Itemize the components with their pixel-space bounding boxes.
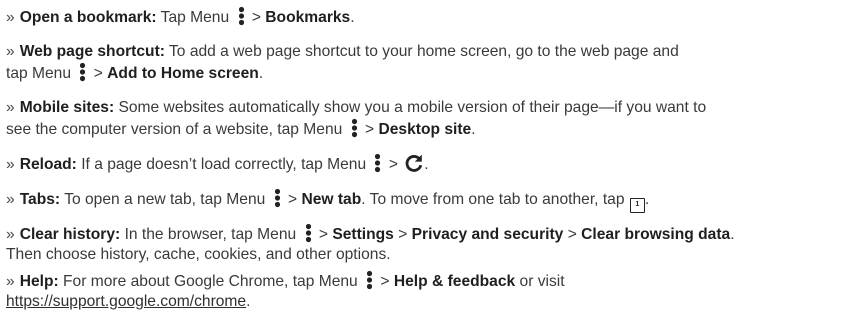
tip-text: . To move from one tab to another, tap xyxy=(361,191,625,208)
path-separator: > xyxy=(93,65,103,82)
tip-text: To add a web page shortcut to your home … xyxy=(169,43,679,60)
tip-open-bookmark: » Open a bookmark: Tap Menu > Bookmarks. xyxy=(0,6,850,27)
period: . xyxy=(424,156,429,173)
more-vert-icon xyxy=(375,153,381,173)
period: . xyxy=(350,9,355,26)
bullet-marker: » xyxy=(6,156,15,173)
support-link[interactable]: https://support.google.com/chrome xyxy=(6,293,246,310)
menu-target: Bookmarks xyxy=(265,9,351,26)
reload-icon xyxy=(405,154,423,172)
tip-text: To open a new tab, tap Menu xyxy=(64,191,266,208)
tip-text: Then choose history, cache, cookies, and… xyxy=(6,246,391,263)
period: . xyxy=(258,65,264,82)
menu-path-privacy: Privacy and security xyxy=(411,226,564,243)
bullet-marker: » xyxy=(6,9,15,26)
more-vert-icon xyxy=(80,62,86,82)
more-vert-icon xyxy=(366,270,373,290)
bullet-marker: » xyxy=(6,273,15,290)
tip-label: Web page shortcut: xyxy=(19,43,165,60)
tip-web-page-shortcut: » Web page shortcut: To add a web page sh… xyxy=(0,41,850,83)
path-separator: > xyxy=(398,226,408,243)
tip-reload: » Reload: If a page doesn’t load correctl… xyxy=(0,153,850,174)
tip-label: Help: xyxy=(19,273,59,290)
tip-label: Tabs: xyxy=(19,191,61,208)
tip-label: Mobile sites: xyxy=(19,99,115,116)
tip-text: see the computer version of a website, t… xyxy=(6,121,343,138)
tip-tabs: » Tabs: To open a new tab, tap Menu > New… xyxy=(0,188,850,213)
tip-text: or visit xyxy=(519,273,565,290)
path-separator: > xyxy=(318,226,328,243)
tab-switcher-icon: 1 xyxy=(629,198,645,213)
path-separator: > xyxy=(365,121,375,138)
menu-target: Help & feedback xyxy=(393,273,516,290)
path-separator: > xyxy=(288,191,298,208)
menu-path-settings: Settings xyxy=(332,226,394,243)
period: . xyxy=(644,191,650,208)
bullet-marker: » xyxy=(6,226,15,243)
tip-clear-history: » Clear history: In the browser, tap Menu… xyxy=(0,223,850,265)
tip-label: Open a bookmark: xyxy=(19,9,157,26)
help-document: » Open a bookmark: Tap Menu > Bookmarks. … xyxy=(0,0,850,314)
tip-label: Reload: xyxy=(19,156,77,173)
more-vert-icon xyxy=(238,6,244,26)
period: . xyxy=(246,293,251,310)
tip-text: tap Menu xyxy=(6,65,72,82)
tip-help: » Help: For more about Google Chrome, tap… xyxy=(0,270,850,312)
bullet-marker: » xyxy=(6,191,15,208)
menu-path-clear-browsing: Clear browsing data xyxy=(581,226,731,243)
path-separator: > xyxy=(380,273,390,290)
tip-text: Some websites automatically show you a m… xyxy=(118,99,707,116)
tip-text: Tap Menu xyxy=(160,9,230,26)
bullet-marker: » xyxy=(6,43,15,60)
menu-target: Desktop site xyxy=(378,121,472,138)
path-separator: > xyxy=(251,9,261,26)
tip-text: In the browser, tap Menu xyxy=(124,226,297,243)
path-separator: > xyxy=(388,156,398,173)
menu-target: New tab xyxy=(301,191,362,208)
tip-text: For more about Google Chrome, tap Menu xyxy=(63,273,358,290)
more-vert-icon xyxy=(351,118,357,138)
period: . xyxy=(471,121,476,138)
path-separator: > xyxy=(567,226,577,243)
bullet-marker: » xyxy=(6,99,15,116)
tip-mobile-sites: » Mobile sites: Some websites automatical… xyxy=(0,97,850,139)
menu-target: Add to Home screen xyxy=(107,65,259,82)
more-vert-icon xyxy=(305,223,311,243)
period: . xyxy=(730,226,735,243)
tip-text: If a page doesn’t load correctly, tap Me… xyxy=(81,156,367,173)
tip-label: Clear history: xyxy=(19,226,121,243)
more-vert-icon xyxy=(274,188,280,208)
